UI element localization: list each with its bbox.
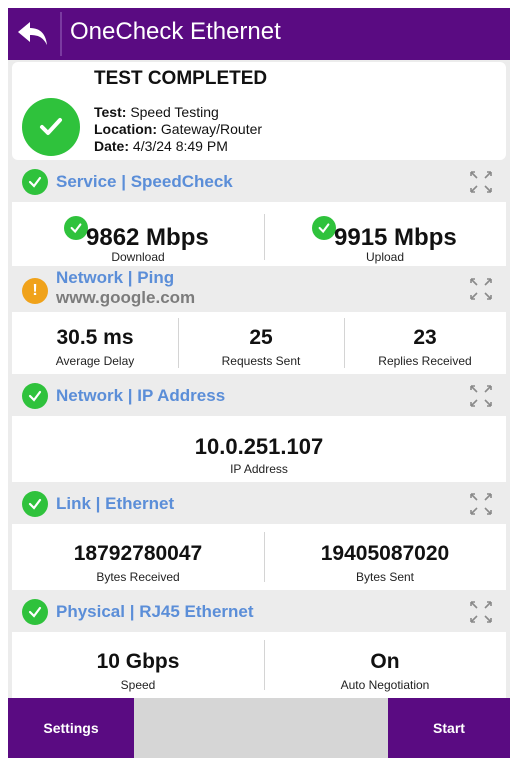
warning-circle-icon: ! [22,278,48,304]
app-frame: OneCheck Ethernet TEST COMPLETED Test: S… [8,8,510,758]
requests-sent-label: Requests Sent [221,354,301,368]
physical-results: 10 Gbps Speed On Auto Negotiation [12,632,506,698]
ping-host: www.google.com [56,288,196,307]
bytes-received-label: Bytes Received [96,570,180,584]
expand-icon[interactable] [468,491,494,517]
title-divider [60,12,62,56]
date-value: 4/3/24 8:49 PM [132,138,228,154]
speed-value: 10 Gbps [96,650,180,673]
title-bar: OneCheck Ethernet [8,8,510,60]
download-check-icon [64,216,88,240]
upload-check-icon [312,216,336,240]
auto-negotiation-value: On [370,650,400,673]
expand-icon[interactable] [468,169,494,195]
location-label: Location: [94,121,157,137]
speed-label: Speed [120,678,156,692]
expand-icon[interactable] [468,599,494,625]
back-button[interactable] [8,8,58,60]
start-button[interactable]: Start [388,698,510,758]
location-value: Gateway/Router [160,121,263,137]
check-circle-icon [22,98,80,156]
auto-negotiation-label: Auto Negotiation [340,678,430,692]
test-location: Location: Gateway/Router [94,121,262,137]
section-title-ip: Network | IP Address [56,386,226,405]
test-status: TEST COMPLETED [94,68,268,89]
section-header-ip[interactable]: Network | IP Address [12,374,506,416]
check-circle-icon [22,491,48,517]
expand-icon[interactable] [468,383,494,409]
page-title: OneCheck Ethernet [70,18,281,45]
bytes-sent-value: 19405087020 [320,542,450,565]
service-results: 9862 Mbps Download 9915 Mbps Upload [12,202,506,266]
section-title-link: Link | Ethernet [56,494,175,513]
replies-received-value: 23 [413,326,437,349]
check-circle-icon [22,599,48,625]
back-arrow-icon [18,22,47,45]
settings-button[interactable]: Settings [8,698,134,758]
bottom-bar: Settings Start [8,698,510,758]
section-title-physical: Physical | RJ45 Ethernet [56,602,254,621]
check-circle-icon [22,169,48,195]
download-label: Download [111,250,165,264]
summary-card: TEST COMPLETED Test: Speed Testing Locat… [12,62,506,160]
ping-results: 30.5 ms Average Delay 25 Requests Sent 2… [12,312,506,374]
date-label: Date: [94,138,130,154]
link-results: 18792780047 Bytes Received 19405087020 B… [12,524,506,590]
upload-value: 9915 Mbps [334,224,457,251]
ip-address-label: IP Address [230,462,288,476]
replies-received-label: Replies Received [378,354,472,368]
section-title-service: Service | SpeedCheck [56,172,233,191]
check-circle-icon [22,383,48,409]
download-value: 9862 Mbps [86,224,209,251]
section-header-link[interactable]: Link | Ethernet [12,482,506,524]
bytes-received-value: 18792780047 [73,542,203,565]
requests-sent-value: 25 [249,326,273,349]
test-type: Test: Speed Testing [94,104,219,120]
section-header-physical[interactable]: Physical | RJ45 Ethernet [12,590,506,632]
test-label: Test: [94,104,127,120]
delay-value: 30.5 ms [56,326,134,349]
section-title-ping: Network | Ping [56,268,175,287]
test-value: Speed Testing [130,104,219,120]
ip-results: 10.0.251.107 IP Address [12,416,506,482]
expand-icon[interactable] [468,276,494,302]
ip-address-value: 10.0.251.107 [194,434,324,459]
delay-label: Average Delay [55,354,135,368]
section-header-ping[interactable]: ! Network | Ping www.google.com [12,266,506,312]
section-header-service[interactable]: Service | SpeedCheck [12,162,506,202]
bytes-sent-label: Bytes Sent [355,570,415,584]
upload-label: Upload [365,250,405,264]
test-date: Date: 4/3/24 8:49 PM [94,138,228,154]
